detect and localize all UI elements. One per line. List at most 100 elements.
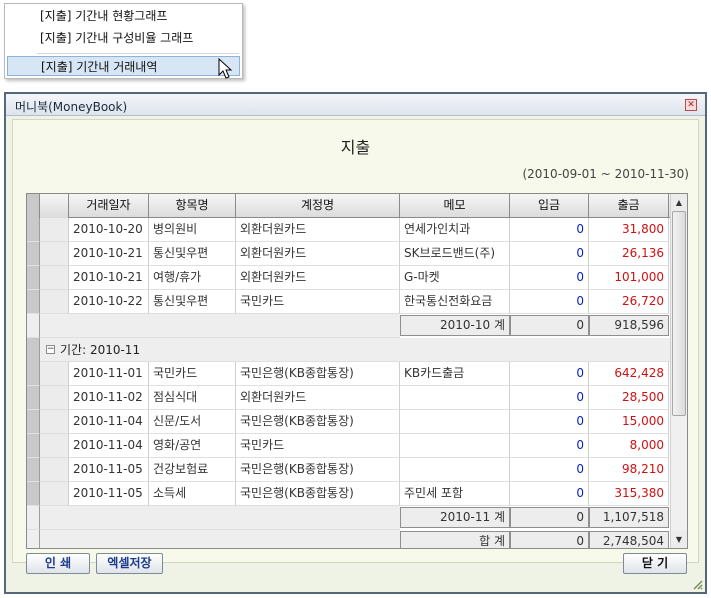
empty-cell <box>149 506 236 530</box>
col-header-date[interactable]: 거래일자 <box>69 194 149 218</box>
cell-memo <box>400 410 510 434</box>
cell-withdrawal: 101,000 <box>589 266 669 290</box>
close-button[interactable]: 닫 기 <box>623 553 687 574</box>
subtotal-withdrawal: 1,107,518 <box>589 507 669 528</box>
empty-cell <box>236 506 400 530</box>
group-indent-header <box>40 194 69 218</box>
total-label: 합 계 <box>400 531 510 548</box>
empty-cell <box>69 506 149 530</box>
menu-item-expense-status-graph[interactable]: [지출] 기간내 현황그래프 <box>7 6 240 26</box>
cell-date: 2010-11-04 <box>69 434 149 458</box>
table-row[interactable]: 2010-10-21 통신및우편 외환더원카드 SK브로드밴드(주) 0 26,… <box>27 242 671 266</box>
subtotal-deposit: 0 <box>510 315 589 336</box>
moneybook-window: 머니북(MoneyBook) ✕ 지출 (2010-09-01 ~ 2010-1… <box>4 92 707 594</box>
cell-item: 국민카드 <box>149 362 236 386</box>
cell-account: 외환더원카드 <box>236 218 400 242</box>
cell-account: 국민은행(KB종합통장) <box>236 362 400 386</box>
row-selector <box>27 530 40 548</box>
col-header-withdrawal[interactable]: 출금 <box>589 194 669 218</box>
cell-item: 건강보험료 <box>149 458 236 482</box>
col-header-account[interactable]: 계정명 <box>236 194 400 218</box>
subtotal-row: 2010-10 계 0 918,596 <box>27 314 671 338</box>
grid-header: 거래일자 항목명 계정명 메모 입금 출금 <box>27 194 671 218</box>
cell-account: 국민은행(KB종합통장) <box>236 458 400 482</box>
table-row[interactable]: 2010-10-22 통신및우편 국민카드 한국통신전화요금 0 26,720 <box>27 290 671 314</box>
group-label: 기간: 2010-11 <box>60 343 141 357</box>
cell-memo <box>400 458 510 482</box>
cell-date: 2010-11-01 <box>69 362 149 386</box>
table-row[interactable]: 2010-11-05 소득세 국민은행(KB종합통장) 주민세 포함 0 315… <box>27 482 671 506</box>
empty-cell <box>69 314 149 338</box>
cell-item: 점심식대 <box>149 386 236 410</box>
cell-withdrawal: 98,210 <box>589 458 669 482</box>
window-close-icon[interactable]: ✕ <box>685 99 697 111</box>
cell-deposit: 0 <box>510 386 589 410</box>
cell-deposit: 0 <box>510 218 589 242</box>
row-selector <box>27 482 40 506</box>
transactions-grid: 거래일자 항목명 계정명 메모 입금 출금 2010-10-20 병의원비 외환… <box>26 193 688 549</box>
group-header-row[interactable]: − 기간: 2010-11 <box>27 338 671 362</box>
cell-date: 2010-11-02 <box>69 386 149 410</box>
row-selector <box>27 362 40 386</box>
date-range: (2010-09-01 ~ 2010-11-30) <box>522 167 689 181</box>
cell-memo: KB카드출금 <box>400 362 510 386</box>
collapse-toggle-icon[interactable]: − <box>46 345 55 354</box>
total-withdrawal: 2,748,504 <box>589 531 669 548</box>
row-indent <box>40 218 69 242</box>
table-row[interactable]: 2010-11-04 신문/도서 국민은행(KB종합통장) 0 15,000 <box>27 410 671 434</box>
menu-item-expense-ratio-graph[interactable]: [지출] 기간내 구성비율 그래프 <box>7 28 240 48</box>
table-row[interactable]: 2010-11-04 영화/공연 국민카드 0 8,000 <box>27 434 671 458</box>
row-selector <box>27 242 40 266</box>
cell-item: 영화/공연 <box>149 434 236 458</box>
scroll-up-icon[interactable]: ▲ <box>671 194 687 211</box>
row-indent <box>40 434 69 458</box>
print-button[interactable]: 인 쇄 <box>26 553 90 574</box>
row-selector <box>27 410 40 434</box>
cell-date: 2010-10-21 <box>69 242 149 266</box>
empty-cell <box>149 530 236 548</box>
subtotal-deposit: 0 <box>510 507 589 528</box>
cell-account: 외환더원카드 <box>236 242 400 266</box>
col-header-deposit[interactable]: 입금 <box>510 194 589 218</box>
title-bar[interactable]: 머니북(MoneyBook) ✕ <box>6 94 705 116</box>
subtotal-label: 2010-11 계 <box>400 507 510 528</box>
excel-save-button[interactable]: 엑셀저장 <box>96 553 163 574</box>
col-header-item[interactable]: 항목명 <box>149 194 236 218</box>
scroll-down-icon[interactable]: ▼ <box>671 531 687 548</box>
report-heading: 지출 <box>340 138 371 157</box>
cell-date: 2010-10-20 <box>69 218 149 242</box>
cell-item: 여행/휴가 <box>149 266 236 290</box>
table-row[interactable]: 2010-11-02 점심식대 외환더원카드 0 28,500 <box>27 386 671 410</box>
cell-withdrawal: 31,800 <box>589 218 669 242</box>
subtotal-row: 2010-11 계 0 1,107,518 <box>27 506 671 530</box>
cell-deposit: 0 <box>510 242 589 266</box>
cell-deposit: 0 <box>510 410 589 434</box>
row-indent <box>40 314 69 338</box>
cell-item: 통신및우편 <box>149 242 236 266</box>
row-selector <box>27 338 40 362</box>
table-row[interactable]: 2010-10-20 병의원비 외환더원카드 연세가인치과 0 31,800 <box>27 218 671 242</box>
table-row[interactable]: 2010-10-21 여행/휴가 외환더원카드 G-마켓 0 101,000 <box>27 266 671 290</box>
cell-withdrawal: 15,000 <box>589 410 669 434</box>
vertical-scrollbar[interactable]: ▲ ▼ <box>670 194 687 548</box>
cell-deposit: 0 <box>510 458 589 482</box>
empty-cell <box>236 314 400 338</box>
row-indent <box>40 386 69 410</box>
cell-account: 외환더원카드 <box>236 266 400 290</box>
resize-grip-icon[interactable] <box>691 578 703 590</box>
cell-deposit: 0 <box>510 482 589 506</box>
cell-memo: 한국통신전화요금 <box>400 290 510 314</box>
empty-cell <box>69 530 149 548</box>
menu-item-expense-transactions[interactable]: [지출] 기간내 거래내역 <box>7 56 240 76</box>
row-indent <box>40 242 69 266</box>
col-header-memo[interactable]: 메모 <box>400 194 510 218</box>
row-indent <box>40 482 69 506</box>
row-selector <box>27 386 40 410</box>
table-row[interactable]: 2010-11-05 건강보험료 국민은행(KB종합통장) 0 98,210 <box>27 458 671 482</box>
empty-cell <box>236 530 400 548</box>
scrollbar-thumb[interactable] <box>672 211 686 416</box>
cell-deposit: 0 <box>510 434 589 458</box>
table-row[interactable]: 2010-11-01 국민카드 국민은행(KB종합통장) KB카드출금 0 64… <box>27 362 671 386</box>
row-selector-header[interactable] <box>27 194 40 218</box>
row-selector <box>27 218 40 242</box>
